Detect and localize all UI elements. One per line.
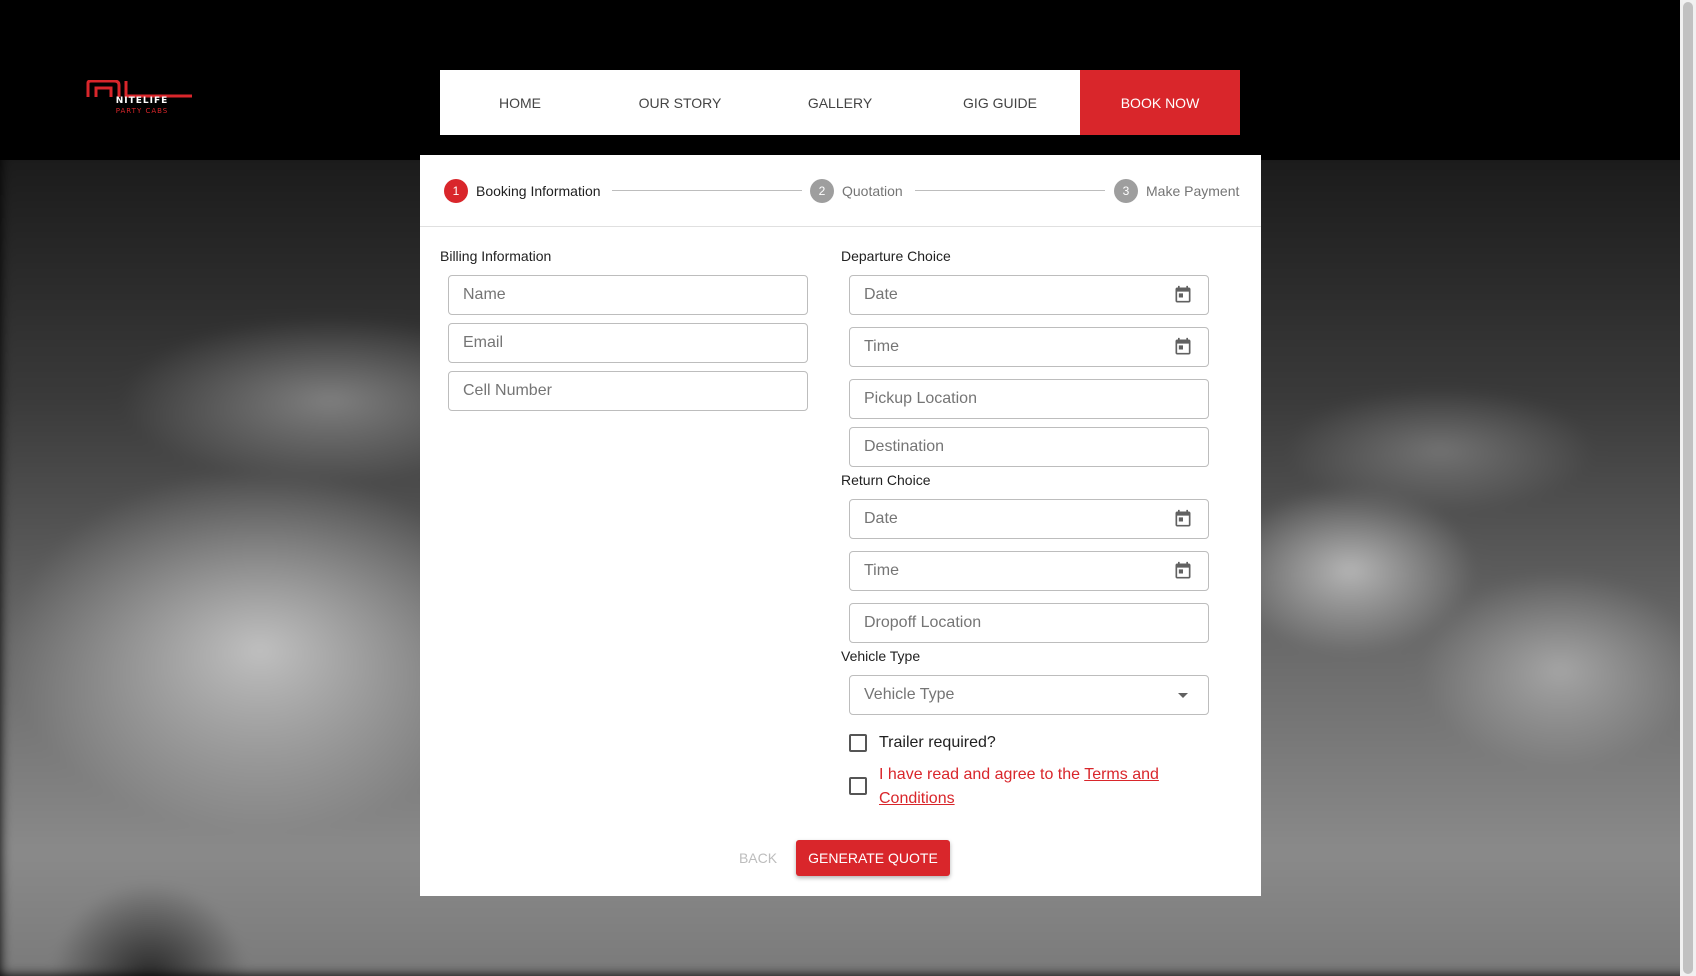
logo-tagline: PARTY CABS bbox=[115, 107, 169, 115]
return-time-placeholder: Time bbox=[864, 562, 899, 579]
departure-date-field[interactable]: Date bbox=[849, 275, 1209, 315]
step-make-payment[interactable]: 3 Make Payment bbox=[1114, 179, 1239, 203]
nav-our-story[interactable]: OUR STORY bbox=[600, 70, 760, 135]
trailer-label: Trailer required? bbox=[879, 734, 996, 751]
nav-book-now[interactable]: BOOK NOW bbox=[1080, 70, 1240, 135]
generate-quote-button[interactable]: GENERATE QUOTE bbox=[796, 840, 950, 876]
nav-home[interactable]: HOME bbox=[440, 70, 600, 135]
back-button[interactable]: BACK bbox=[728, 840, 788, 876]
departure-heading: Departure Choice bbox=[841, 248, 951, 264]
terms-prefix: I have read and agree to the bbox=[879, 766, 1085, 783]
calendar-icon[interactable] bbox=[1172, 336, 1194, 358]
cell-number-field[interactable]: Cell Number bbox=[448, 371, 808, 411]
destination-placeholder: Destination bbox=[864, 438, 945, 455]
booking-stepper: 1 Booking Information 2 Quotation 3 Make… bbox=[420, 155, 1261, 227]
step-label: Booking Information bbox=[476, 183, 601, 199]
terms-checkbox[interactable] bbox=[849, 777, 867, 795]
return-date-placeholder: Date bbox=[864, 510, 898, 527]
logo-name: NITELIFE bbox=[115, 96, 169, 106]
trailer-checkbox[interactable] bbox=[849, 734, 867, 752]
site-logo[interactable]: NITELIFE PARTY CABS bbox=[86, 80, 196, 120]
cell-number-placeholder: Cell Number bbox=[463, 382, 552, 399]
main-nav: HOME OUR STORY GALLERY GIG GUIDE BOOK NO… bbox=[440, 70, 1240, 135]
name-field[interactable]: Name bbox=[448, 275, 808, 315]
dropoff-location-placeholder: Dropoff Location bbox=[864, 614, 982, 631]
calendar-icon[interactable] bbox=[1172, 508, 1194, 530]
vehicle-type-heading: Vehicle Type bbox=[841, 648, 921, 664]
dropoff-location-field[interactable]: Dropoff Location bbox=[849, 603, 1209, 643]
step-label: Make Payment bbox=[1146, 183, 1240, 199]
return-heading: Return Choice bbox=[841, 472, 931, 488]
scrollbar-thumb[interactable] bbox=[1683, 2, 1693, 974]
terms-label: I have read and agree to the Terms and C… bbox=[879, 763, 1169, 811]
pickup-location-field[interactable]: Pickup Location bbox=[849, 379, 1209, 419]
vehicle-type-placeholder: Vehicle Type bbox=[864, 686, 955, 703]
return-time-field[interactable]: Time bbox=[849, 551, 1209, 591]
destination-field[interactable]: Destination bbox=[849, 427, 1209, 467]
step-label: Quotation bbox=[842, 183, 903, 199]
calendar-icon[interactable] bbox=[1172, 284, 1194, 306]
departure-time-field[interactable]: Time bbox=[849, 327, 1209, 367]
calendar-icon[interactable] bbox=[1172, 560, 1194, 582]
email-field[interactable]: Email bbox=[448, 323, 808, 363]
return-date-field[interactable]: Date bbox=[849, 499, 1209, 539]
departure-time-placeholder: Time bbox=[864, 338, 899, 355]
pickup-location-placeholder: Pickup Location bbox=[864, 390, 977, 407]
email-placeholder: Email bbox=[463, 334, 504, 351]
departure-date-placeholder: Date bbox=[864, 286, 898, 303]
nav-gig-guide[interactable]: GIG GUIDE bbox=[920, 70, 1080, 135]
name-placeholder: Name bbox=[463, 286, 506, 303]
booking-form-card: 1 Booking Information 2 Quotation 3 Make… bbox=[420, 155, 1261, 896]
caret-down-icon bbox=[1172, 684, 1194, 706]
vehicle-type-select[interactable]: Vehicle Type bbox=[849, 675, 1209, 715]
trailer-required-option[interactable]: Trailer required? bbox=[849, 731, 996, 755]
step-number: 1 bbox=[444, 179, 468, 203]
nav-gallery[interactable]: GALLERY bbox=[760, 70, 920, 135]
billing-heading: Billing Information bbox=[440, 248, 552, 264]
step-number: 3 bbox=[1114, 179, 1138, 203]
step-connector bbox=[915, 190, 1105, 191]
step-connector bbox=[612, 190, 802, 191]
terms-agreement-option[interactable]: I have read and agree to the Terms and C… bbox=[849, 763, 1169, 811]
step-quotation[interactable]: 2 Quotation bbox=[810, 179, 903, 203]
step-booking-information[interactable]: 1 Booking Information bbox=[444, 179, 601, 203]
step-number: 2 bbox=[810, 179, 834, 203]
page-scrollbar[interactable] bbox=[1680, 0, 1696, 976]
